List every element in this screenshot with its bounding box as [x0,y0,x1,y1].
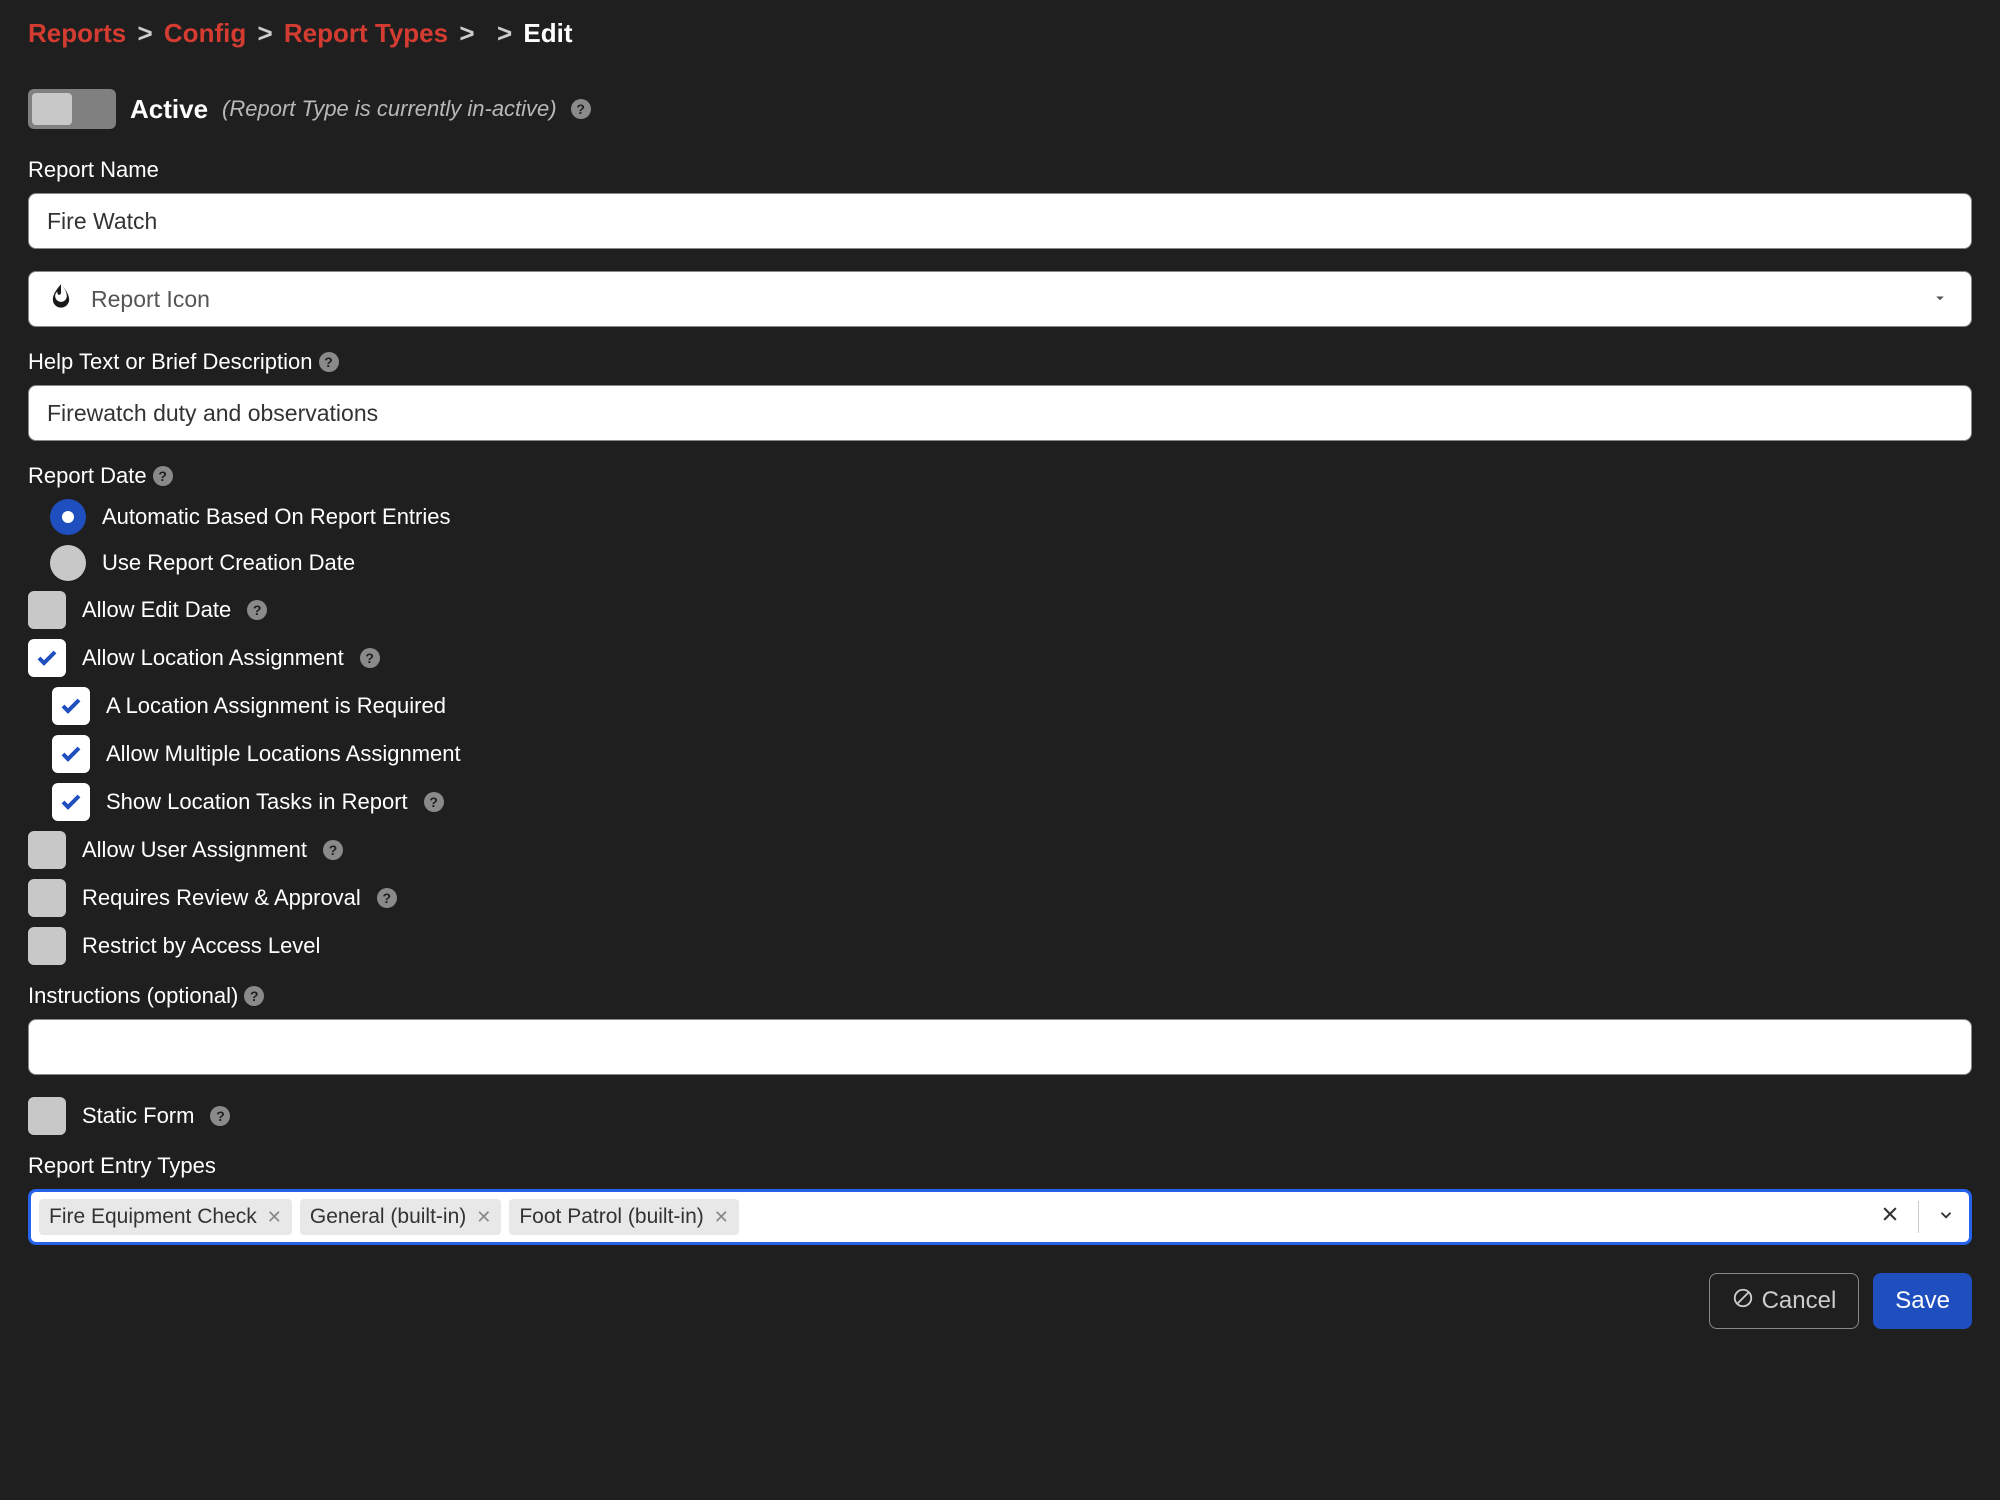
help-icon[interactable]: ? [424,792,444,812]
report-date-label-text: Report Date [28,463,147,489]
instructions-input[interactable] [28,1019,1972,1075]
tag-remove-icon[interactable]: ✕ [714,1207,729,1228]
tag-remove-icon[interactable]: ✕ [476,1207,491,1228]
radio-creation-date[interactable]: Use Report Creation Date [50,545,1972,581]
breadcrumb-reports[interactable]: Reports [28,18,126,48]
report-name-label: Report Name [28,157,1972,183]
report-icon-placeholder: Report Icon [91,286,210,313]
help-icon[interactable]: ? [244,986,264,1006]
entry-type-tag: General (built-in) ✕ [300,1199,502,1235]
restrict-access-row[interactable]: Restrict by Access Level [28,927,1972,965]
radio-indicator [50,499,86,535]
breadcrumb-config[interactable]: Config [164,18,246,48]
allow-multi-location-label: Allow Multiple Locations Assignment [106,741,461,767]
report-name-input[interactable] [28,193,1972,249]
checkbox [28,591,66,629]
breadcrumb-sep: > [133,18,156,48]
checkbox [52,735,90,773]
cancel-label: Cancel [1762,1287,1837,1315]
entry-type-tag: Fire Equipment Check ✕ [39,1199,292,1235]
tag-label: Foot Patrol (built-in) [519,1205,703,1229]
active-label: Active [130,94,208,125]
save-button[interactable]: Save [1873,1273,1972,1329]
checkbox [28,879,66,917]
allow-multi-location-row[interactable]: Allow Multiple Locations Assignment [52,735,1972,773]
checkbox [28,1097,66,1135]
help-text-label: Help Text or Brief Description ? [28,349,1972,375]
breadcrumb-sep: > [253,18,276,48]
static-form-row[interactable]: Static Form ? [28,1097,1972,1135]
caret-down-icon [1931,286,1949,313]
entry-type-tag: Foot Patrol (built-in) ✕ [509,1199,739,1235]
allow-edit-date-label: Allow Edit Date [82,597,231,623]
show-location-tasks-label: Show Location Tasks in Report [106,789,408,815]
cancel-button[interactable]: Cancel [1709,1273,1860,1329]
instructions-label-text: Instructions (optional) [28,983,238,1009]
breadcrumb: Reports > Config > Report Types > > Edit [28,18,1972,49]
radio-auto-label: Automatic Based On Report Entries [102,504,451,530]
instructions-label: Instructions (optional) ? [28,983,1972,1009]
tag-label: General (built-in) [310,1205,466,1229]
clear-all-icon[interactable] [1880,1204,1900,1230]
active-sublabel: (Report Type is currently in-active) [222,96,557,122]
location-required-label: A Location Assignment is Required [106,693,446,719]
checkbox [28,639,66,677]
static-form-label: Static Form [82,1103,194,1129]
allow-location-label: Allow Location Assignment [82,645,344,671]
allow-edit-date-row[interactable]: Allow Edit Date ? [28,591,1972,629]
allow-location-row[interactable]: Allow Location Assignment ? [28,639,1972,677]
help-text-input[interactable] [28,385,1972,441]
chevron-down-icon[interactable] [1937,1204,1955,1230]
report-date-label: Report Date ? [28,463,1972,489]
tag-label: Fire Equipment Check [49,1205,257,1229]
requires-review-label: Requires Review & Approval [82,885,361,911]
requires-review-row[interactable]: Requires Review & Approval ? [28,879,1972,917]
breadcrumb-sep: > [455,18,478,48]
radio-creation-label: Use Report Creation Date [102,550,355,576]
active-toggle[interactable] [28,89,116,129]
report-icon-select[interactable]: Report Icon [28,271,1972,327]
flame-icon [47,282,75,316]
show-location-tasks-row[interactable]: Show Location Tasks in Report ? [52,783,1972,821]
checkbox [28,927,66,965]
help-icon[interactable]: ? [247,600,267,620]
help-icon[interactable]: ? [377,888,397,908]
tag-remove-icon[interactable]: ✕ [267,1207,282,1228]
entry-types-label: Report Entry Types [28,1153,1972,1179]
radio-indicator [50,545,86,581]
help-icon[interactable]: ? [571,99,591,119]
help-text-label-text: Help Text or Brief Description [28,349,313,375]
help-icon[interactable]: ? [323,840,343,860]
allow-user-row[interactable]: Allow User Assignment ? [28,831,1972,869]
checkbox [52,687,90,725]
help-icon[interactable]: ? [360,648,380,668]
checkbox [28,831,66,869]
breadcrumb-sep: > [486,18,516,48]
restrict-access-label: Restrict by Access Level [82,933,320,959]
location-required-row[interactable]: A Location Assignment is Required [52,687,1972,725]
entry-types-select[interactable]: Fire Equipment Check ✕ General (built-in… [28,1189,1972,1245]
help-icon[interactable]: ? [319,352,339,372]
divider [1918,1201,1919,1233]
breadcrumb-current: Edit [523,18,572,48]
checkbox [52,783,90,821]
help-icon[interactable]: ? [153,466,173,486]
breadcrumb-report-types[interactable]: Report Types [284,18,448,48]
save-label: Save [1895,1287,1950,1315]
cancel-icon [1732,1287,1754,1316]
radio-auto-date[interactable]: Automatic Based On Report Entries [50,499,1972,535]
help-icon[interactable]: ? [210,1106,230,1126]
allow-user-label: Allow User Assignment [82,837,307,863]
